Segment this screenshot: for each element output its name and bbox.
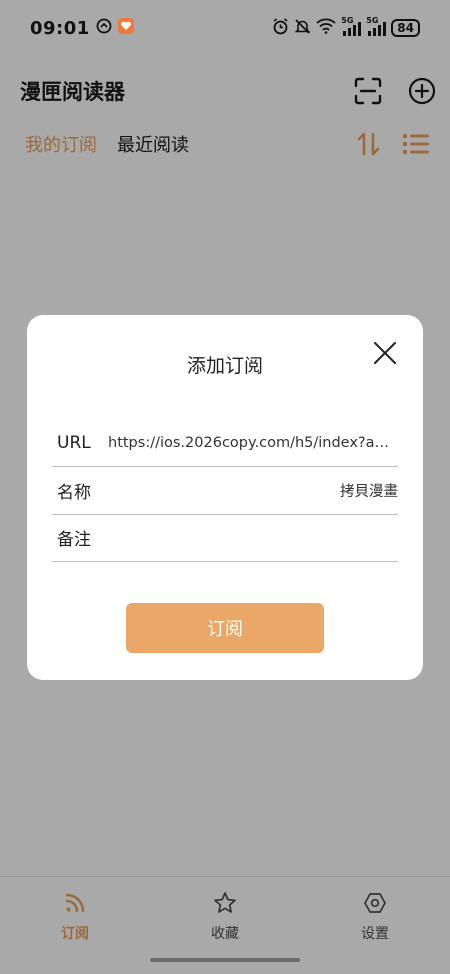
tabs: 我的订阅 最近阅读 xyxy=(25,131,189,157)
name-field[interactable]: 名称 拷貝漫畫 xyxy=(52,467,398,515)
name-input[interactable]: 拷貝漫畫 xyxy=(102,480,398,501)
tab-tools xyxy=(356,131,430,157)
rss-icon xyxy=(63,891,87,919)
tab-my-subscriptions[interactable]: 我的订阅 xyxy=(25,131,97,157)
subscribe-button[interactable]: 订阅 xyxy=(126,603,324,653)
network-speed-icon xyxy=(96,18,112,38)
status-time: 09:01 xyxy=(30,17,90,39)
url-label: URL xyxy=(57,432,91,453)
list-view-icon[interactable] xyxy=(402,131,430,157)
wifi-icon xyxy=(316,18,336,38)
health-app-icon xyxy=(117,18,134,38)
app-header: 漫匣阅读器 xyxy=(0,66,450,116)
nav-label-settings: 设置 xyxy=(361,926,389,942)
battery-indicator: 84 xyxy=(391,19,420,37)
url-input[interactable]: https://ios.2026copy.com/h5/index?app_ty… xyxy=(102,435,398,451)
status-left: 09:01 xyxy=(30,18,134,39)
signal-1-label: 5G xyxy=(341,16,354,25)
signal-2-icon: 5G xyxy=(366,16,387,36)
add-subscription-dialog: 添加订阅 URL https://ios.2026copy.com/h5/ind… xyxy=(27,315,423,680)
note-field[interactable]: 备注 xyxy=(52,514,398,562)
add-circle-icon[interactable] xyxy=(408,77,436,105)
mute-icon xyxy=(294,18,311,39)
signal-1-icon: 5G xyxy=(341,16,362,36)
note-label: 备注 xyxy=(57,530,91,550)
home-indicator[interactable] xyxy=(150,958,300,962)
nav-item-settings[interactable]: 设置 xyxy=(335,891,415,943)
url-field[interactable]: URL https://ios.2026copy.com/h5/index?ap… xyxy=(52,419,398,467)
nav-item-favorites[interactable]: 收藏 xyxy=(185,891,265,943)
nav-label-favorites: 收藏 xyxy=(211,926,239,942)
dialog-title: 添加订阅 xyxy=(186,355,263,377)
hexagon-settings-icon xyxy=(363,891,387,919)
tab-recent-reading[interactable]: 最近阅读 xyxy=(117,131,189,157)
close-icon[interactable] xyxy=(373,341,397,365)
nav-item-subscriptions[interactable]: 订阅 xyxy=(35,891,115,943)
signal-2-label: 5G xyxy=(366,16,379,25)
sort-icon[interactable] xyxy=(356,131,382,157)
status-right: 5G 5G 84 xyxy=(272,16,420,39)
nav-label-subscriptions: 订阅 xyxy=(61,926,89,942)
scan-icon[interactable] xyxy=(354,77,382,105)
star-icon xyxy=(213,891,237,919)
header-actions xyxy=(354,77,436,105)
app-title: 漫匣阅读器 xyxy=(20,80,125,104)
alarm-icon xyxy=(272,17,289,39)
tabs-row: 我的订阅 最近阅读 xyxy=(0,122,450,166)
status-bar: 09:01 5G 5G 84 xyxy=(0,0,450,56)
name-label: 名称 xyxy=(57,483,91,503)
